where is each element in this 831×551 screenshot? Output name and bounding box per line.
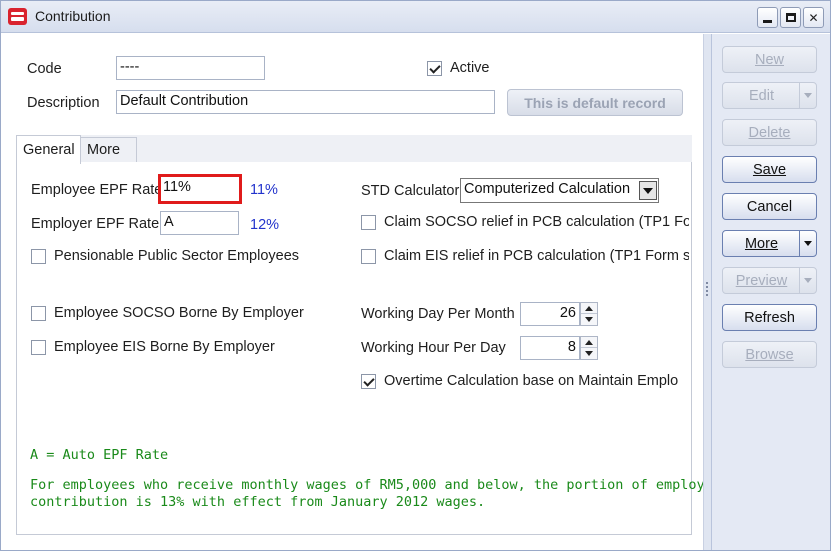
more-button[interactable]: More [722, 230, 817, 257]
std-calculator-select[interactable]: Computerized Calculation [460, 178, 659, 203]
save-button-label: Save [752, 161, 787, 178]
minimize-icon [763, 19, 772, 23]
working-hour-input[interactable]: 8 [520, 336, 580, 360]
tab-general[interactable]: General [16, 135, 81, 164]
new-button-label: New [754, 51, 784, 68]
delete-button[interactable]: Delete [722, 119, 817, 146]
employee-epf-hint: 11% [250, 182, 278, 198]
browse-button-label: Browse [745, 346, 794, 363]
working-day-input[interactable]: 26 [520, 302, 580, 326]
preview-button[interactable]: Preview [722, 267, 817, 294]
delete-button-label: Delete [748, 124, 791, 141]
window-title: Contribution [35, 8, 111, 24]
auto-epf-note: A = Auto EPF Rate [30, 447, 169, 463]
contribution-note-line2: contribution is 13% with effect from Jan… [30, 494, 486, 510]
active-label: Active [450, 60, 490, 76]
employer-epf-input[interactable]: A [160, 211, 239, 235]
maximize-icon [785, 13, 796, 22]
overtime-label: Overtime Calculation base on Maintain Em… [384, 373, 679, 389]
code-input[interactable]: ---- [116, 56, 265, 80]
claim-eis-checkbox[interactable] [361, 249, 376, 264]
eis-borne-checkbox[interactable] [31, 340, 46, 355]
minimize-button[interactable] [757, 7, 778, 28]
claim-socso-checkbox[interactable] [361, 215, 376, 230]
code-label: Code [27, 61, 62, 77]
employer-epf-label: Employer EPF Rate [31, 216, 160, 232]
grip-icon [706, 282, 709, 296]
contribution-note-line1: For employees who receive monthly wages … [30, 477, 721, 493]
title-bar[interactable]: Contribution ✕ [1, 1, 830, 33]
highlight-annotation [158, 174, 242, 204]
close-button[interactable]: ✕ [803, 7, 824, 28]
chevron-down-icon[interactable] [799, 231, 816, 256]
refresh-button[interactable]: Refresh [722, 304, 817, 331]
working-day-spinner[interactable] [580, 302, 598, 326]
chevron-down-icon[interactable] [799, 83, 816, 108]
default-record-button[interactable]: This is default record [507, 89, 683, 116]
panel-splitter[interactable] [703, 34, 711, 550]
tab-more[interactable]: More [81, 137, 137, 163]
new-button[interactable]: New [722, 46, 817, 73]
close-icon: ✕ [808, 10, 819, 25]
cancel-button[interactable]: Cancel [722, 193, 817, 220]
claim-socso-label: Claim SOCSO relief in PCB calculation (T… [384, 214, 689, 230]
std-calculator-label: STD Calculator [361, 183, 460, 199]
description-label: Description [27, 95, 100, 111]
claim-eis-label: Claim EIS relief in PCB calculation (TP1… [384, 248, 689, 264]
refresh-button-label: Refresh [744, 309, 795, 326]
edit-button-label: Edit [749, 87, 774, 104]
eis-borne-label: Employee EIS Borne By Employer [54, 339, 275, 355]
socso-borne-checkbox[interactable] [31, 306, 46, 321]
overtime-checkbox[interactable] [361, 374, 376, 389]
working-hour-label: Working Hour Per Day [361, 340, 506, 356]
working-day-label: Working Day Per Month [361, 306, 515, 322]
employee-epf-label: Employee EPF Rate [31, 182, 163, 198]
employer-epf-hint: 12% [250, 217, 280, 233]
socso-borne-label: Employee SOCSO Borne By Employer [54, 305, 304, 321]
pensionable-checkbox[interactable] [31, 249, 46, 264]
chevron-down-icon[interactable] [639, 181, 657, 200]
cancel-button-label: Cancel [746, 198, 793, 215]
more-button-label: More [744, 235, 779, 252]
maximize-button[interactable] [780, 7, 801, 28]
contribution-window: Contribution ✕ Code ---- Active Descript… [0, 0, 831, 551]
pensionable-label: Pensionable Public Sector Employees [54, 248, 300, 264]
preview-button-label: Preview [735, 272, 788, 289]
edit-button[interactable]: Edit [722, 82, 817, 109]
browse-button[interactable]: Browse [722, 341, 817, 368]
chevron-down-icon[interactable] [799, 268, 816, 293]
app-logo-icon [8, 8, 27, 25]
description-input[interactable]: Default Contribution [116, 90, 495, 114]
working-hour-spinner[interactable] [580, 336, 598, 360]
active-checkbox[interactable] [427, 61, 442, 76]
save-button[interactable]: Save [722, 156, 817, 183]
